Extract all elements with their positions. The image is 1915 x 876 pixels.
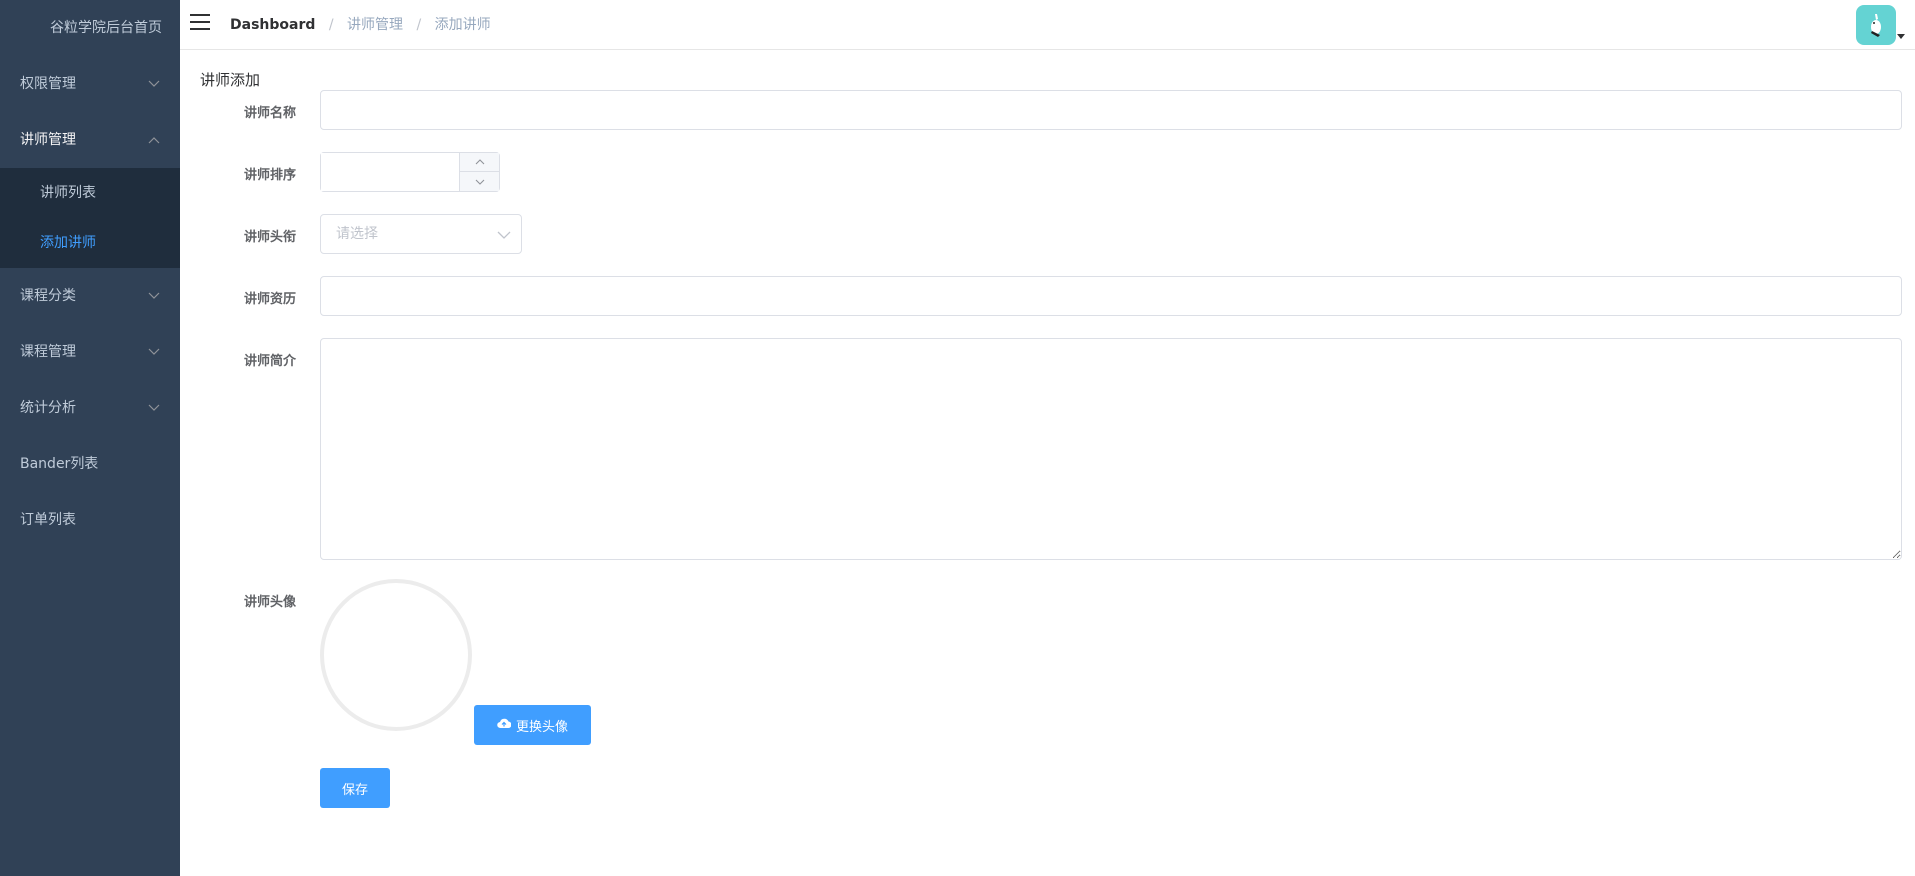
chevron-down-icon[interactable]	[460, 172, 499, 191]
teacher-career-input[interactable]	[320, 276, 1902, 316]
breadcrumb-separator: /	[328, 17, 334, 33]
breadcrumb-separator: /	[416, 17, 422, 33]
caret-down-icon	[1897, 34, 1905, 39]
chevron-down-icon	[148, 380, 160, 436]
teacher-sort-stepper[interactable]	[320, 152, 500, 192]
save-button[interactable]: 保存	[320, 768, 390, 808]
sidebar-item-statistics[interactable]: 统计分析	[0, 380, 180, 436]
chevron-up-icon[interactable]	[460, 153, 499, 172]
sidebar-item-label: 权限管理	[20, 76, 76, 92]
cloud-upload-icon	[497, 718, 512, 733]
intro-label: 讲师简介	[243, 354, 296, 369]
teacher-name-input[interactable]	[320, 90, 1902, 130]
teacher-intro-textarea[interactable]	[320, 338, 1902, 560]
sidebar-item-add-teacher[interactable]: 添加讲师	[0, 218, 180, 268]
change-avatar-button[interactable]: 更换头像	[474, 705, 591, 745]
sidebar-item-label: 统计分析	[20, 400, 76, 416]
sidebar-item-label: 课程管理	[20, 344, 76, 360]
chevron-down-icon	[148, 268, 160, 324]
breadcrumb: Dashboard / 讲师管理 / 添加讲师	[230, 0, 491, 50]
sidebar-item-label: 讲师管理	[20, 132, 76, 148]
user-avatar-icon[interactable]	[1856, 5, 1896, 45]
sidebar-item-label: 订单列表	[20, 512, 76, 528]
sidebar-item-course-category[interactable]: 课程分类	[0, 268, 180, 324]
stepper-buttons	[459, 153, 499, 191]
sidebar-item-banner[interactable]: Bander列表	[0, 436, 180, 492]
teacher-level-select[interactable]: 请选择	[320, 214, 522, 254]
sidebar-item-label: 课程分类	[20, 288, 76, 304]
sidebar-item-orders[interactable]: 订单列表	[0, 492, 180, 548]
chevron-down-icon	[148, 324, 160, 380]
level-label: 讲师头衔	[243, 230, 296, 245]
select-placeholder: 请选择	[336, 226, 378, 242]
sidebar-submenu-teacher: 讲师列表 添加讲师	[0, 168, 180, 268]
user-menu[interactable]	[1845, 5, 1905, 45]
change-avatar-label: 更换头像	[515, 719, 568, 735]
navbar: Dashboard / 讲师管理 / 添加讲师	[180, 0, 1915, 50]
sidebar-brand[interactable]: 谷粒学院后台首页	[0, 0, 180, 56]
career-label: 讲师资历	[243, 292, 296, 307]
sort-label: 讲师排序	[243, 168, 296, 183]
breadcrumb-item-add-teacher: 添加讲师	[434, 17, 491, 33]
main-content: 讲师添加 讲师名称 讲师排序 讲师头衔 请选择 讲师资历 讲师简介 讲师头像 更…	[180, 51, 1915, 876]
name-label: 讲师名称	[243, 106, 296, 121]
chevron-down-icon	[148, 56, 160, 112]
sidebar-item-permission[interactable]: 权限管理	[0, 56, 180, 112]
sidebar-item-teacher-list[interactable]: 讲师列表	[0, 168, 180, 218]
form-title: 讲师添加	[200, 71, 261, 89]
sidebar-item-label: Bander列表	[20, 456, 99, 472]
avatar-label: 讲师头像	[243, 595, 296, 610]
breadcrumb-item-teacher: 讲师管理	[347, 17, 404, 33]
chevron-up-icon	[148, 112, 160, 168]
sidebar-item-course-manage[interactable]: 课程管理	[0, 324, 180, 380]
chevron-down-icon	[497, 228, 511, 244]
avatar-preview	[320, 579, 472, 731]
sidebar: 谷粒学院后台首页 权限管理 讲师管理 讲师列表 添加讲师 课程分类 课程管理 统…	[0, 0, 180, 876]
sidebar-item-teacher[interactable]: 讲师管理	[0, 112, 180, 168]
teacher-sort-input[interactable]	[321, 153, 459, 191]
hamburger-icon[interactable]	[190, 14, 212, 34]
breadcrumb-item-dashboard[interactable]: Dashboard	[230, 17, 315, 33]
